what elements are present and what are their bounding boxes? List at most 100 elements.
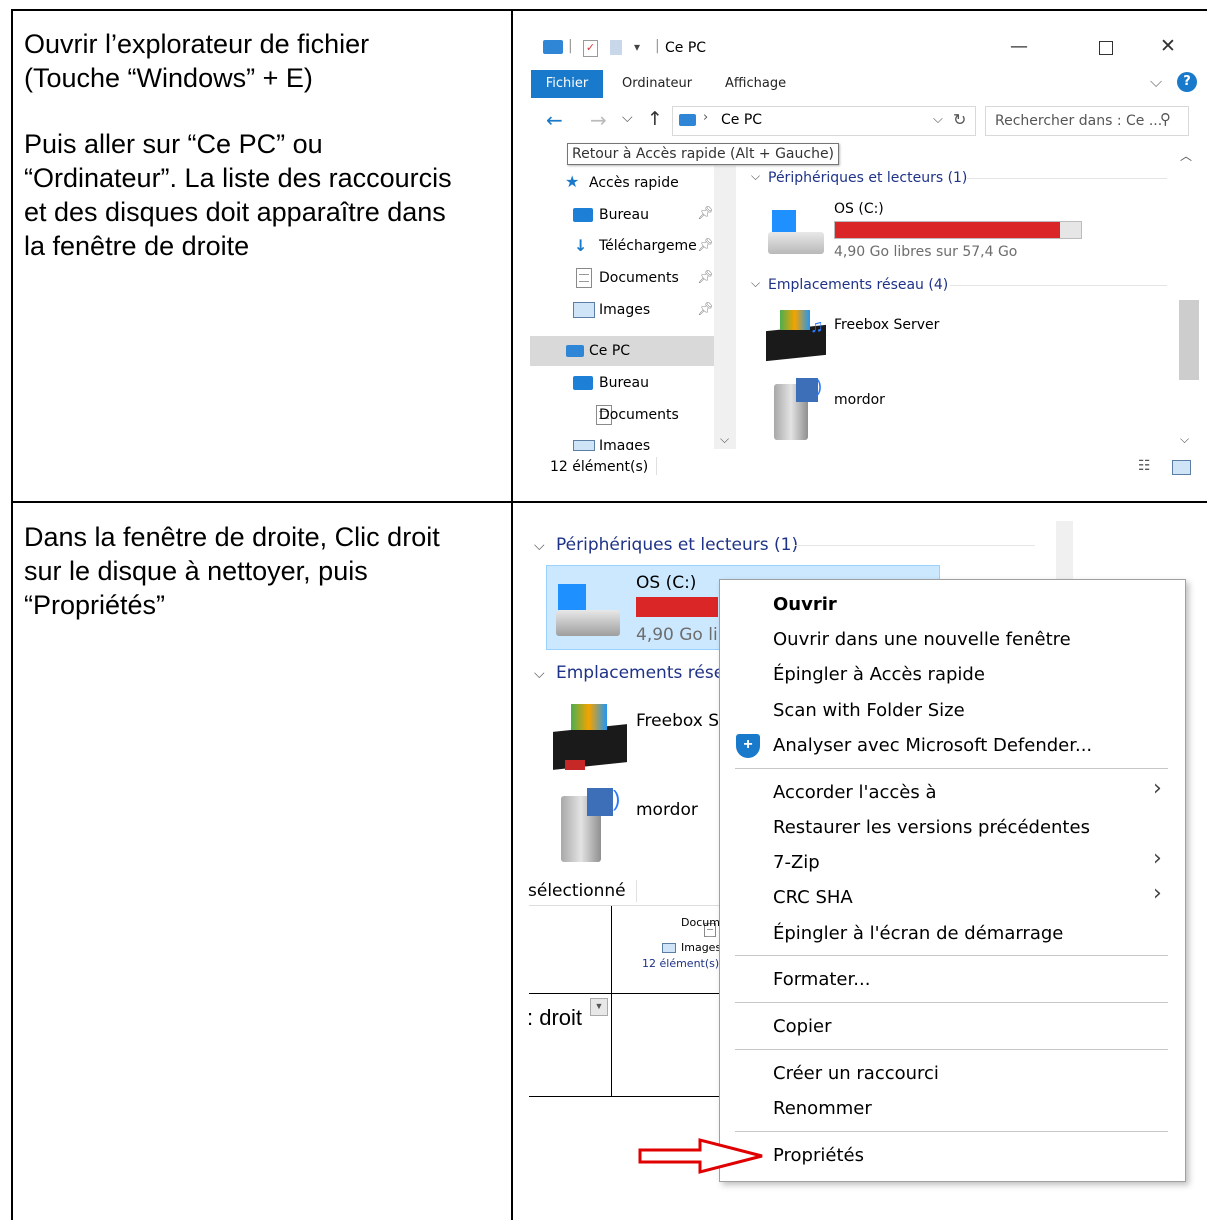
menu-separator <box>735 1049 1168 1050</box>
menu-item-crc-sha[interactable]: CRC SHA <box>773 887 853 908</box>
pin-icon: 📌︎ <box>697 206 714 221</box>
nav-item-images-pc[interactable]: Images <box>599 438 650 450</box>
nav-item-bureau[interactable]: Bureau <box>599 207 649 223</box>
menu-item-defender-scan[interactable]: Analyser avec Microsoft Defender... <box>773 735 1092 756</box>
nav-item-telechargements[interactable]: Téléchargeme <box>599 238 697 254</box>
mordor-icon[interactable]: ) <box>774 376 830 440</box>
status-divider <box>636 880 637 902</box>
large-icons-view-icon[interactable] <box>1172 460 1191 475</box>
menu-item-copy[interactable]: Copier <box>773 1016 831 1037</box>
group-devices-header-2[interactable]: Périphériques et lecteurs (1) <box>556 535 798 555</box>
address-text: Ce PC <box>721 112 763 128</box>
submenu-arrow-icon: › <box>1153 846 1162 871</box>
group-divider <box>950 285 1167 286</box>
content-scroll-up-icon[interactable]: ︿ <box>1180 147 1192 164</box>
group-network-header-2[interactable]: Emplacements rése <box>556 663 724 683</box>
group-collapse-icon[interactable]: ⌵ <box>534 538 545 554</box>
submenu-arrow-icon: › <box>1153 881 1162 906</box>
desktop-icon <box>573 376 593 390</box>
nav-item-documents[interactable]: Documents <box>599 270 679 286</box>
background-dropdown-icon: ▼ <box>590 998 608 1016</box>
menu-item-rename[interactable]: Renommer <box>773 1098 872 1119</box>
menu-item-folder-size[interactable]: Scan with Folder Size <box>773 700 965 721</box>
pin-icon: 📌︎ <box>697 270 714 285</box>
menu-item-create-shortcut[interactable]: Créer un raccourci <box>773 1063 939 1084</box>
refresh-icon[interactable]: ↻ <box>953 110 966 129</box>
minimize-button[interactable]: — <box>1010 36 1028 57</box>
drive-free-space-2: 4,90 Go lib <box>636 625 729 645</box>
ce-pc-icon <box>566 345 584 357</box>
address-bar[interactable] <box>672 106 976 136</box>
drive-name-2[interactable]: OS (C:) <box>636 573 696 593</box>
menu-item-pin-start[interactable]: Épingler à l'écran de démarrage <box>773 923 1063 944</box>
drive-name[interactable]: OS (C:) <box>834 201 884 217</box>
images-icon <box>573 440 595 451</box>
menu-item-ouvrir[interactable]: Ouvrir <box>773 594 837 615</box>
images-icon <box>573 302 595 318</box>
network-item-mordor[interactable]: mordor <box>834 392 885 408</box>
menu-item-7zip[interactable]: 7-Zip <box>773 852 820 873</box>
properties-quick-icon[interactable]: ✓ <box>583 40 598 57</box>
freebox-server-icon[interactable] <box>553 704 629 770</box>
up-arrow-icon[interactable]: ↑ <box>647 108 663 130</box>
search-icon: ⚲ <box>1160 110 1171 128</box>
content-scrollbar-thumb[interactable] <box>1179 300 1199 380</box>
nav-item-ce-pc[interactable]: Ce PC <box>589 343 630 359</box>
group-collapse-icon[interactable]: ⌵ <box>534 666 545 682</box>
menu-item-pin-quick-access[interactable]: Épingler à Accès rapide <box>773 664 985 685</box>
menu-separator <box>735 955 1168 956</box>
quick-access-separator: | <box>568 38 573 54</box>
tab-affichage[interactable]: Affichage <box>725 76 786 91</box>
images-icon <box>662 943 676 953</box>
window-title-separator: | <box>655 38 660 54</box>
table-middle-border <box>11 501 1207 503</box>
quick-access-dropdown-icon[interactable]: ▾ <box>634 40 640 54</box>
nav-item-images[interactable]: Images <box>599 302 650 318</box>
freebox-server-icon[interactable]: ♫ <box>766 310 828 362</box>
menu-item-format[interactable]: Formater... <box>773 969 870 990</box>
drive-free-space: 4,90 Go libres sur 57,4 Go <box>834 244 1018 260</box>
red-arrow-annotation <box>638 1138 763 1174</box>
ribbon-expand-icon[interactable]: ⌵ <box>1150 72 1162 92</box>
network-item-freebox-2[interactable]: Freebox S <box>636 711 719 731</box>
help-icon[interactable]: ? <box>1177 72 1197 92</box>
recent-locations-icon[interactable]: ⌵ <box>622 110 633 126</box>
nav-pane-scrollbar[interactable] <box>714 147 736 449</box>
network-item-mordor-2[interactable]: mordor <box>636 800 698 820</box>
mordor-icon[interactable]: ) <box>561 786 627 862</box>
background-table-hline <box>529 993 719 994</box>
pin-icon: 📌︎ <box>697 238 714 253</box>
menu-item-give-access[interactable]: Accorder l'accès à <box>773 782 937 803</box>
status-item-count: 12 élément(s) <box>550 459 649 475</box>
nav-item-bureau-pc[interactable]: Bureau <box>599 375 649 391</box>
quick-access-star-icon: ★ <box>565 172 580 191</box>
tab-fichier[interactable]: Fichier <box>531 70 603 98</box>
documents-icon <box>576 268 592 288</box>
menu-item-properties[interactable]: Propriétés <box>773 1145 864 1166</box>
maximize-button[interactable] <box>1099 41 1113 55</box>
tab-ordinateur[interactable]: Ordinateur <box>622 76 692 91</box>
drive-icon[interactable] <box>768 210 824 258</box>
menu-item-restore-versions[interactable]: Restaurer les versions précédentes <box>773 817 1090 838</box>
details-view-icon[interactable]: ☷ <box>1138 458 1151 474</box>
group-collapse-icon[interactable]: ⌵ <box>751 276 760 291</box>
new-folder-quick-icon[interactable] <box>610 40 622 55</box>
menu-item-open-new-window[interactable]: Ouvrir dans une nouvelle fenêtre <box>773 629 1071 650</box>
address-dropdown-icon[interactable]: ⌵ <box>933 112 943 127</box>
forward-arrow-icon[interactable]: → <box>590 108 607 132</box>
group-collapse-icon[interactable]: ⌵ <box>751 169 760 184</box>
address-pc-icon <box>679 114 696 126</box>
group-divider <box>795 545 1035 546</box>
drive-icon[interactable] <box>556 584 620 640</box>
background-status-text: 12 élément(s) <box>642 957 720 970</box>
close-button[interactable]: ✕ <box>1160 35 1176 57</box>
nav-item-documents-pc[interactable]: Documents <box>599 407 679 423</box>
desktop-icon <box>573 208 593 222</box>
network-item-freebox[interactable]: Freebox Server <box>834 317 939 333</box>
group-devices-header[interactable]: Périphériques et lecteurs (1) <box>768 170 967 186</box>
group-network-header[interactable]: Emplacements réseau (4) <box>768 277 948 293</box>
content-scroll-down-icon[interactable]: ⌵ <box>1180 432 1189 447</box>
nav-item-acces-rapide[interactable]: Accès rapide <box>589 175 679 191</box>
back-arrow-icon[interactable]: ← <box>546 108 563 132</box>
nav-scroll-down-icon[interactable]: ⌵ <box>720 432 729 447</box>
